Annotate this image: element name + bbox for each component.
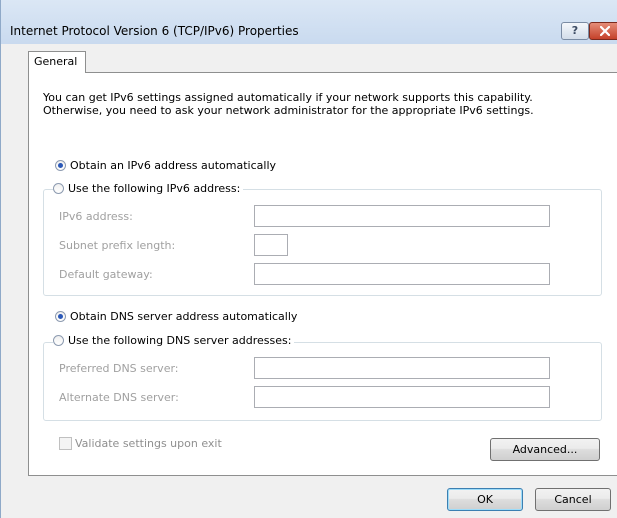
title-bar[interactable]: Internet Protocol Version 6 (TCP/IPv6) P… [1,0,617,44]
advanced-button[interactable]: Advanced... [490,438,600,461]
default-gateway-input[interactable] [254,263,550,285]
use-following-dns-radio[interactable] [53,335,64,346]
description-line-1: You can get IPv6 settings assigned autom… [43,91,533,104]
subnet-prefix-input[interactable] [254,234,288,256]
use-following-ipv6-option[interactable]: Use the following IPv6 address: [53,181,244,197]
obtain-dns-auto-radio[interactable] [55,311,66,322]
dialog-window: Internet Protocol Version 6 (TCP/IPv6) P… [0,0,617,518]
help-button[interactable]: ? [561,22,589,40]
obtain-ipv6-auto-label: Obtain an IPv6 address automatically [70,159,277,172]
obtain-ipv6-auto-radio[interactable] [55,160,66,171]
subnet-prefix-label: Subnet prefix length: [59,239,176,252]
preferred-dns-label: Preferred DNS server: [59,362,179,375]
help-icon: ? [571,24,579,37]
preferred-dns-input[interactable] [254,357,550,379]
obtain-dns-auto-option[interactable]: Obtain DNS server address automatically [55,309,301,325]
tab-general[interactable]: General [28,51,86,73]
alternate-dns-input[interactable] [254,386,550,408]
use-following-dns-label: Use the following DNS server addresses: [68,334,292,347]
description-text: You can get IPv6 settings assigned autom… [43,91,534,117]
default-gateway-label: Default gateway: [59,268,153,281]
close-button[interactable] [589,22,617,40]
obtain-ipv6-auto-option[interactable]: Obtain an IPv6 address automatically [55,158,280,174]
ipv6-address-input[interactable] [254,205,550,227]
description-line-2: Otherwise, you need to ask your network … [43,104,534,117]
use-following-dns-option[interactable]: Use the following DNS server addresses: [53,333,295,349]
ok-button[interactable]: OK [447,488,523,511]
window-title: Internet Protocol Version 6 (TCP/IPv6) P… [10,24,299,38]
use-following-ipv6-radio[interactable] [53,183,64,194]
cancel-button[interactable]: Cancel [535,488,611,511]
use-following-ipv6-label: Use the following IPv6 address: [68,182,241,195]
close-icon [600,26,610,36]
validate-settings-option[interactable]: Validate settings upon exit [59,437,222,451]
alternate-dns-label: Alternate DNS server: [59,391,179,404]
ipv6-address-label: IPv6 address: [59,210,133,223]
obtain-dns-auto-label: Obtain DNS server address automatically [70,310,298,323]
validate-settings-checkbox[interactable] [59,437,72,450]
validate-settings-label: Validate settings upon exit [75,437,222,450]
dns-address-group [43,342,602,421]
